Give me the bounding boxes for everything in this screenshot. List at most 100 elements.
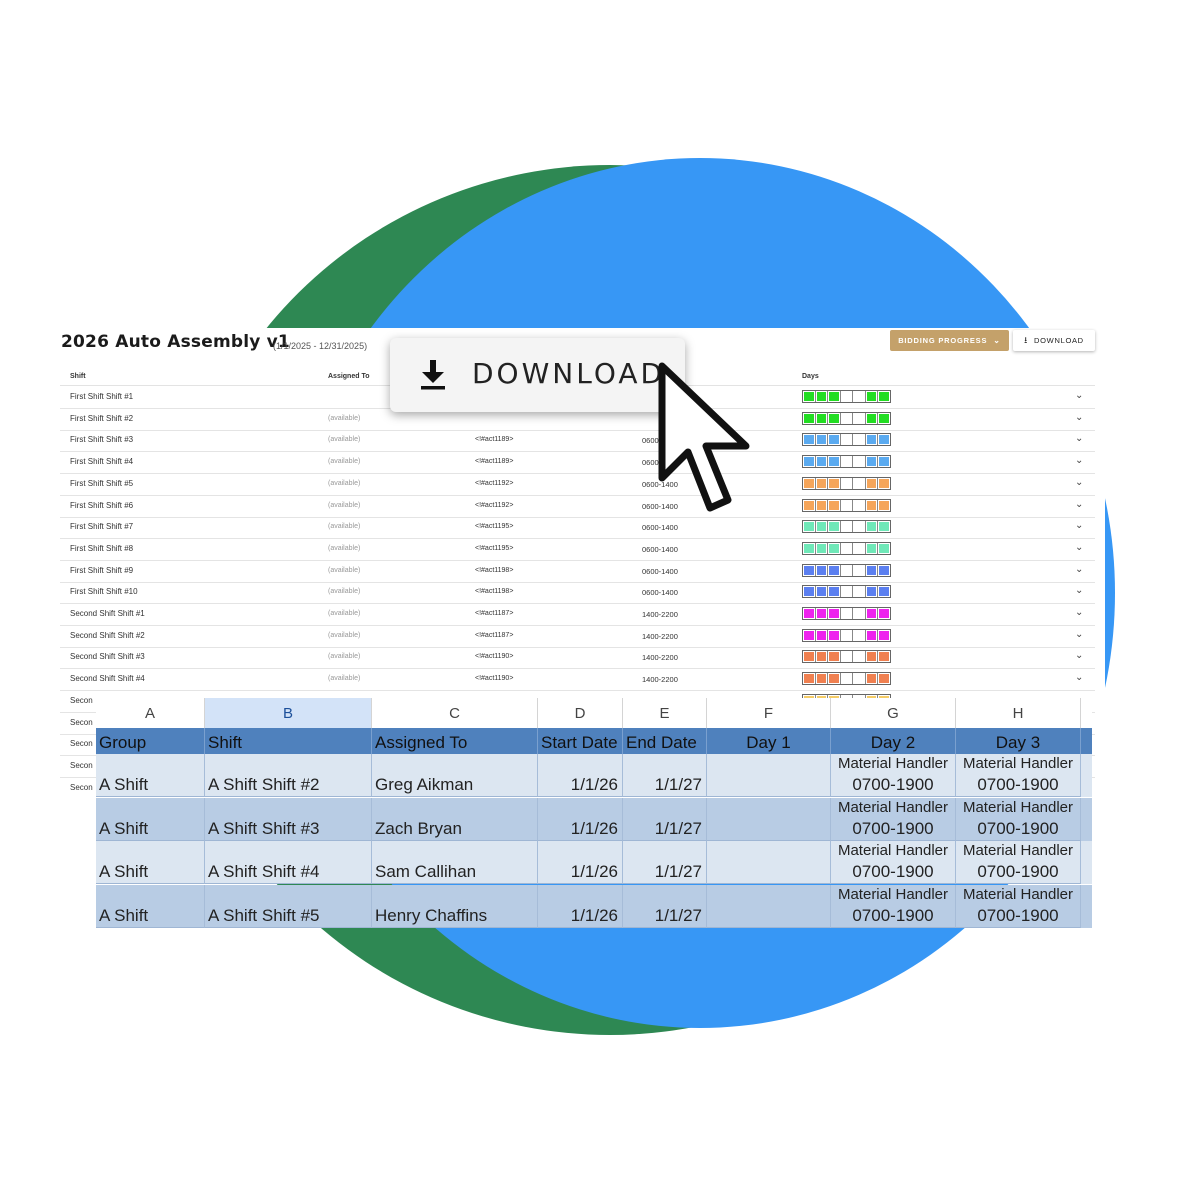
cell-value: A Shift Shift #4 xyxy=(208,862,320,881)
shift-row[interactable]: First Shift Shift #10 (available) <!#act11… xyxy=(60,581,1095,605)
table-header-cell[interactable]: Assigned To xyxy=(372,728,538,754)
day-off-box xyxy=(853,542,866,554)
cell-time: 0700-1900 xyxy=(977,775,1059,794)
column-letter-header[interactable]: A xyxy=(96,698,205,728)
cell-value: 1/1/27 xyxy=(654,862,702,881)
shift-row[interactable]: Second Shift Shift #3 (available) <!#act11… xyxy=(60,646,1095,670)
table-cell[interactable]: 1/1/26 xyxy=(538,884,623,928)
column-letter-header[interactable]: C xyxy=(372,698,538,728)
table-cell[interactable]: Sam Callihan xyxy=(372,841,538,884)
table-cell[interactable]: 1/1/26 xyxy=(538,841,623,884)
table-header-cell[interactable]: Day 1 xyxy=(707,728,831,754)
shift-name: First Shift Shift #7 xyxy=(70,522,134,532)
shift-name: First Shift Shift #5 xyxy=(70,478,134,488)
bidding-progress-button[interactable]: BIDDING PROGRESS ⌄ xyxy=(890,330,1009,351)
table-cell[interactable]: Greg Aikman xyxy=(372,754,538,797)
download-popup-button[interactable]: DOWNLOAD xyxy=(390,338,685,412)
table-cell[interactable]: Material Handler 0700-1900 xyxy=(831,884,956,928)
expand-chevron-icon[interactable]: ⌄ xyxy=(1075,520,1083,531)
shift-row[interactable]: First Shift Shift #7 (available) <!#act119… xyxy=(60,516,1095,540)
day-on-box xyxy=(828,629,841,641)
shift-row[interactable]: First Shift Shift #6 (available) <!#act119… xyxy=(60,495,1095,518)
shift-row[interactable]: First Shift Shift #5 (available) <!#act119… xyxy=(60,473,1095,496)
expand-chevron-icon[interactable]: ⌄ xyxy=(1075,499,1083,510)
table-cell[interactable]: 1/1/27 xyxy=(623,797,707,841)
table-cell[interactable]: A Shift Shift #5 xyxy=(205,884,372,928)
day-on-box xyxy=(816,629,829,641)
column-letter-header[interactable]: F xyxy=(707,698,831,728)
expand-chevron-icon[interactable]: ⌄ xyxy=(1075,607,1083,618)
day-on-box xyxy=(878,391,890,402)
column-letter-header[interactable]: H xyxy=(956,698,1081,728)
table-cell[interactable]: A Shift xyxy=(96,841,205,884)
table-cell[interactable]: 1/1/27 xyxy=(623,841,707,884)
column-letter-header[interactable]: D xyxy=(538,698,623,728)
table-cell[interactable] xyxy=(707,884,831,928)
shift-row[interactable]: Second Shift Shift #4 (available) <!#act11… xyxy=(60,668,1095,692)
table-header-cell[interactable]: Start Date xyxy=(538,728,623,754)
table-cell[interactable]: Material Handler 0700-1900 xyxy=(956,754,1081,797)
table-cell[interactable]: Material Handler 0700-1900 xyxy=(831,797,956,841)
expand-chevron-icon[interactable]: ⌄ xyxy=(1075,477,1083,488)
table-cell[interactable] xyxy=(707,841,831,884)
table-cell[interactable]: Material Handler 0700-1900 xyxy=(831,754,956,797)
table-cell[interactable]: Material Handler 0700-1900 xyxy=(831,841,956,884)
expand-chevron-icon[interactable]: ⌄ xyxy=(1075,585,1083,596)
assigned-status: (available) xyxy=(328,523,361,531)
day-on-box xyxy=(828,586,841,598)
expand-chevron-icon[interactable]: ⌄ xyxy=(1075,564,1083,575)
day-off-box xyxy=(841,542,854,554)
table-cell[interactable]: A Shift xyxy=(96,884,205,928)
table-cell[interactable]: A Shift Shift #2 xyxy=(205,754,372,797)
day-on-box xyxy=(803,391,816,402)
table-cell[interactable]: 1/1/26 xyxy=(538,754,623,797)
table-cell[interactable]: 1/1/26 xyxy=(538,797,623,841)
column-letter-header[interactable]: E xyxy=(623,698,707,728)
shift-name: First Shift Shift #9 xyxy=(70,565,134,575)
table-header-cell[interactable]: Day 3 xyxy=(956,728,1081,754)
shift-row[interactable]: Second Shift Shift #2 (available) <!#act11… xyxy=(60,625,1095,648)
table-cell[interactable]: 1/1/27 xyxy=(623,884,707,928)
table-cell[interactable] xyxy=(707,797,831,841)
day-on-box xyxy=(878,500,890,511)
table-header-cell[interactable]: Day 2 xyxy=(831,728,956,754)
day-on-box xyxy=(816,391,829,402)
expand-chevron-icon[interactable]: ⌄ xyxy=(1075,433,1083,444)
day-on-box xyxy=(816,608,829,619)
cell-value: 1/1/26 xyxy=(570,775,618,794)
table-cell[interactable]: A Shift xyxy=(96,754,205,797)
table-cell[interactable]: A Shift Shift #4 xyxy=(205,841,372,884)
table-cell[interactable]: Henry Chaffins xyxy=(372,884,538,928)
table-cell[interactable]: Zach Bryan xyxy=(372,797,538,841)
expand-chevron-icon[interactable]: ⌄ xyxy=(1075,672,1083,683)
expand-chevron-icon[interactable]: ⌄ xyxy=(1075,455,1083,466)
shift-row[interactable]: Second Shift Shift #1 (available) <!#act11… xyxy=(60,603,1095,626)
table-cell[interactable]: Material Handler 0700-1900 xyxy=(956,841,1081,884)
table-cell[interactable]: A Shift Shift #3 xyxy=(205,797,372,841)
table-cell[interactable]: A Shift xyxy=(96,797,205,841)
column-letter-header[interactable]: G xyxy=(831,698,956,728)
table-cell[interactable]: Material Handler 0700-1900 xyxy=(956,884,1081,928)
activity-code: <!#act1187> xyxy=(475,631,514,639)
shift-row[interactable]: First Shift Shift #9 (available) <!#act119… xyxy=(60,560,1095,583)
expand-chevron-icon[interactable]: ⌄ xyxy=(1075,650,1083,661)
expand-chevron-icon[interactable]: ⌄ xyxy=(1075,542,1083,553)
table-cell[interactable]: 1/1/27 xyxy=(623,754,707,797)
column-letter-header[interactable]: B xyxy=(205,698,372,728)
cell-value: 1/1/27 xyxy=(654,905,702,925)
table-cell[interactable]: Material Handler 0700-1900 xyxy=(956,797,1081,841)
shift-row[interactable]: First Shift Shift #3 (available) <!#act118… xyxy=(60,429,1095,453)
table-header-cell[interactable]: Group xyxy=(96,728,205,754)
table-cell[interactable] xyxy=(707,754,831,797)
shift-row[interactable]: First Shift Shift #8 (available) <!#act119… xyxy=(60,538,1095,561)
table-header-cell[interactable]: Shift xyxy=(205,728,372,754)
expand-chevron-icon[interactable]: ⌄ xyxy=(1075,390,1083,401)
days-indicator xyxy=(802,455,891,469)
download-button[interactable]: ⭳ DOWNLOAD xyxy=(1013,330,1095,351)
expand-chevron-icon[interactable]: ⌄ xyxy=(1075,629,1083,640)
table-header-cell[interactable]: End Date xyxy=(623,728,707,754)
table-row: A Shift A Shift Shift #5 Henry Chaffins 1/1… xyxy=(96,884,1092,928)
assigned-status: (available) xyxy=(328,653,361,661)
expand-chevron-icon[interactable]: ⌄ xyxy=(1075,412,1083,423)
shift-row[interactable]: First Shift Shift #4 (available) <!#act118… xyxy=(60,451,1095,475)
